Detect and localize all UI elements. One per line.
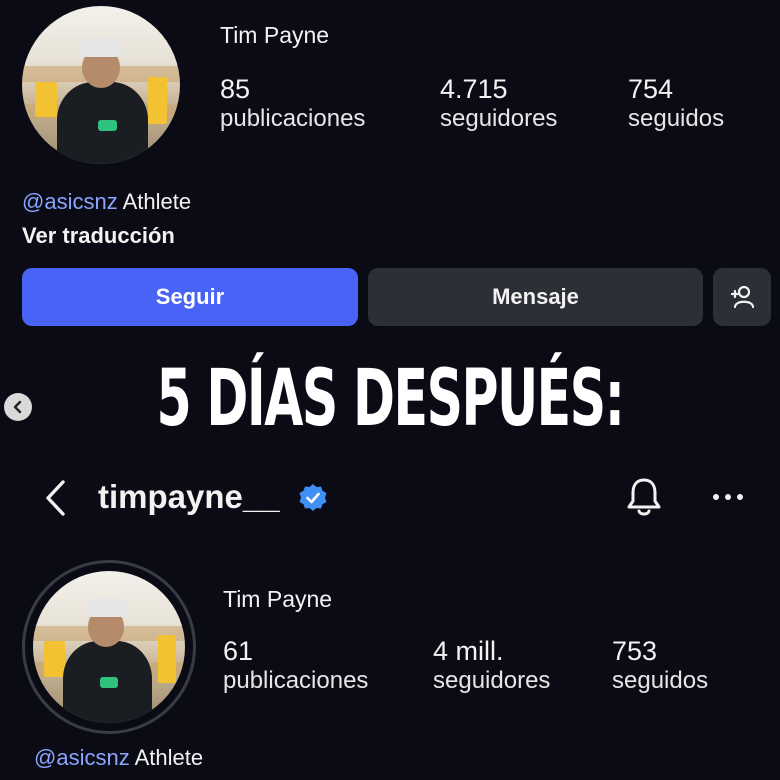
- top-stat-posts[interactable]: 85 publicaciones: [220, 74, 365, 133]
- bottom-stat-followers[interactable]: 4 mill. seguidores: [433, 636, 550, 695]
- stat-value: 753: [612, 636, 658, 666]
- profile-username: timpayne__: [98, 478, 280, 515]
- top-stat-followers[interactable]: 4.715 seguidores: [440, 74, 557, 133]
- more-icon: [713, 494, 743, 500]
- follow-button-label: Seguir: [155, 284, 225, 309]
- stat-value: 61: [223, 636, 254, 666]
- bell-icon: [627, 478, 661, 516]
- back-arrow-icon: [46, 480, 65, 516]
- add-person-icon: [730, 285, 755, 309]
- suggest-people-button[interactable]: [713, 268, 771, 326]
- notifications-button[interactable]: [622, 474, 666, 520]
- headline-text: 5 DÍAS DESPUÉS:: [156, 354, 625, 444]
- stat-value: 4 mill.: [433, 636, 504, 666]
- stat-value: 754: [628, 74, 674, 104]
- top-stat-following[interactable]: 754 seguidos: [628, 74, 724, 133]
- verified-badge-icon: [299, 484, 327, 511]
- stat-label: seguidores: [433, 667, 551, 694]
- translate-link[interactable]: Ver traducción: [22, 223, 175, 249]
- bottom-profile-avatar: [33, 571, 185, 723]
- more-options-button[interactable]: [710, 485, 746, 509]
- stat-value: 85: [220, 74, 251, 104]
- stat-label: publicaciones: [220, 105, 366, 132]
- verified-badge: [297, 482, 329, 514]
- carousel-prev-icon: [13, 400, 22, 414]
- story-ring[interactable]: [22, 560, 196, 734]
- stat-label: publicaciones: [223, 667, 369, 694]
- bottom-profile-name: Tim Payne: [223, 586, 333, 612]
- bio-mention-link[interactable]: @asicsnz: [34, 745, 130, 770]
- bottom-stat-following[interactable]: 753 seguidos: [612, 636, 708, 695]
- bottom-bio: @asicsnz Athlete: [34, 745, 203, 771]
- carousel-prev-button[interactable]: [4, 393, 32, 421]
- top-bio: @asicsnz Athlete: [22, 189, 191, 215]
- stat-value: 4.715: [440, 74, 508, 104]
- stat-label: seguidos: [612, 667, 709, 694]
- stat-label: seguidores: [440, 105, 558, 132]
- bio-text: Athlete: [134, 745, 204, 770]
- follow-button[interactable]: Seguir: [22, 268, 358, 326]
- stat-label: seguidos: [628, 105, 725, 132]
- message-button[interactable]: Mensaje: [368, 268, 703, 326]
- top-profile-name: Tim Payne: [220, 22, 330, 48]
- bio-text: Athlete: [122, 189, 192, 214]
- bio-mention-link[interactable]: @asicsnz: [22, 189, 118, 214]
- top-profile-avatar[interactable]: [22, 6, 180, 164]
- bottom-stat-posts[interactable]: 61 publicaciones: [223, 636, 368, 695]
- message-button-label: Mensaje: [492, 284, 579, 309]
- back-button[interactable]: [36, 476, 76, 520]
